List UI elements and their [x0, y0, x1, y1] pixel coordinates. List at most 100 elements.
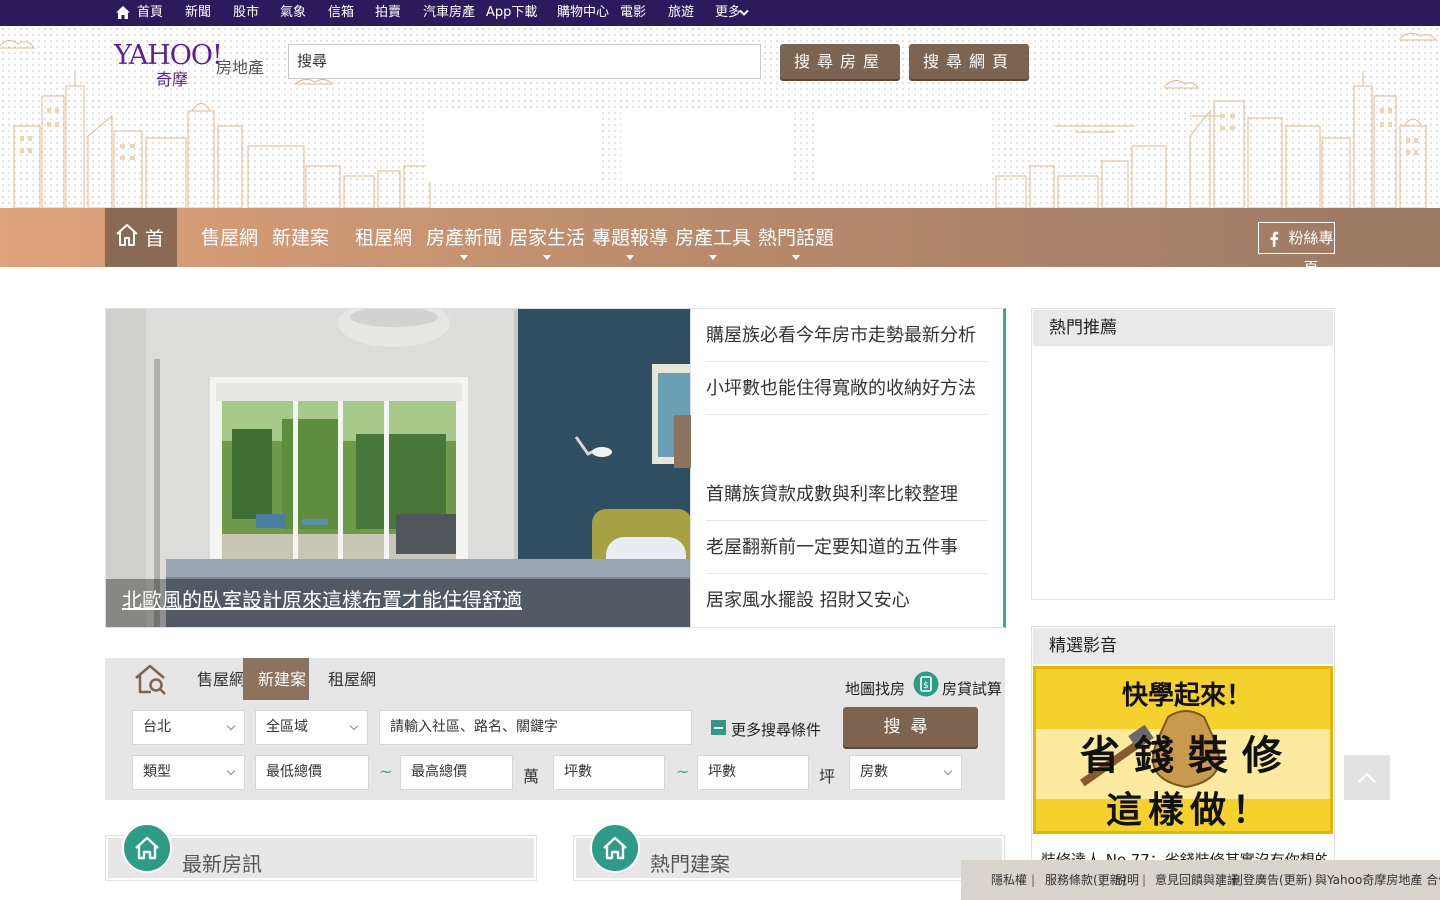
loan-calculator-icon[interactable]: $ — [913, 671, 939, 697]
city-select[interactable]: 台北 — [132, 710, 245, 745]
facebook-icon — [1270, 231, 1279, 247]
search-web-button[interactable]: 搜尋網頁 — [909, 44, 1029, 79]
topbar-item-news[interactable]: 新聞 — [185, 0, 211, 26]
header-ad-slot[interactable] — [816, 112, 988, 182]
headline-item[interactable]: 老屋翻新前一定要知道的五件事 — [706, 521, 988, 574]
main-navigation: 首頁 售屋網 新建案 租屋網 房產新聞 居家生活 專題報導 房產工具 熱門話題 … — [0, 208, 1440, 312]
headline-item[interactable]: 購屋族必看今年房市走勢最新分析 — [706, 309, 988, 362]
topbar-item-shopping[interactable]: 購物中心 — [557, 0, 609, 26]
nav-item-living[interactable]: 居家生活 — [509, 208, 585, 267]
home-icon[interactable] — [115, 5, 131, 20]
nav-item-rent[interactable]: 租屋網 — [355, 208, 412, 267]
price-max-input[interactable]: 最高總價 — [400, 755, 513, 790]
type-select-value: 類型 — [143, 764, 171, 780]
map-search-link[interactable]: 地圖找房 — [845, 678, 905, 699]
topbar-item-weather[interactable]: 氣象 — [280, 0, 306, 26]
footer-separator: | — [1142, 873, 1147, 887]
chevron-down-icon[interactable] — [739, 9, 749, 17]
hero-caption-link[interactable]: 北歐風的臥室設計原來這樣布置才能住得舒適 — [122, 584, 522, 613]
footer-link-privacy[interactable]: 隱私權 — [991, 860, 1027, 900]
type-select[interactable]: 類型 — [132, 755, 245, 790]
topbar-item-auction[interactable]: 拍賣 — [375, 0, 401, 26]
room-select[interactable]: 房數 — [849, 755, 962, 790]
hero-bedroom-image — [106, 309, 690, 627]
footer-link-feedback[interactable]: 意見回饋與建議 — [1155, 860, 1239, 900]
yahoo-logo-subtitle[interactable]: 奇摩 — [156, 66, 188, 90]
tab-sale[interactable]: 售屋網 — [197, 658, 245, 700]
sidebar-video-title: 精選影音 — [1033, 628, 1333, 664]
range-separator: ~ — [379, 762, 393, 781]
footer-links-bar: 隱私權 | 服務條款(更新) | 說明 | 意見回饋與建議 | 刊登廣告(更新)… — [961, 860, 1440, 900]
headline-item-active[interactable]: 北歐風的臥室設計原來這樣布置 — [706, 415, 988, 468]
headline-list: 購屋族必看今年房市走勢最新分析 小坪數也能住得寬敞的收納好方法 北歐風的臥室設計… — [691, 308, 1006, 628]
banner-headline-2: 省錢裝修 — [1080, 732, 1296, 779]
topbar-item-more[interactable]: 更多 — [715, 0, 741, 26]
sidebar-recommend-title: 熱門推薦 — [1033, 310, 1333, 346]
scroll-to-top-button[interactable] — [1344, 755, 1390, 800]
caret-down-icon — [792, 255, 800, 260]
topbar-item-travel[interactable]: 旅遊 — [668, 0, 694, 26]
nav-item-special[interactable]: 專題報導 — [592, 208, 668, 267]
price-unit-label: 萬 — [523, 767, 540, 786]
headline-item[interactable]: 居家風水擺設 招財又安心 — [706, 574, 988, 627]
area-min-input[interactable]: 坪數 — [553, 755, 665, 790]
home-icon — [116, 224, 138, 246]
nav-item-label: 新建案 — [272, 227, 330, 249]
nav-item-label: 熱門話題 — [758, 227, 835, 249]
area-unit-label: 坪 — [819, 767, 836, 786]
nav-item-topics[interactable]: 熱門話題 — [758, 208, 834, 267]
topbar-item-app[interactable]: App下載 — [486, 0, 537, 26]
section-title[interactable]: 熱門建案 — [650, 848, 730, 877]
topbar-item-movie[interactable]: 電影 — [620, 0, 646, 26]
hero-featured-article[interactable]: 北歐風的臥室設計原來這樣布置才能住得舒適 — [105, 308, 691, 628]
more-filters-toggle[interactable]: 更多搜尋條件 — [731, 719, 821, 740]
minus-icon[interactable] — [711, 720, 726, 735]
nav-item-label: 房產工具 — [675, 227, 752, 249]
chevron-down-icon — [943, 766, 953, 776]
district-select[interactable]: 全區域 — [255, 710, 368, 745]
property-search-button[interactable]: 搜尋 — [843, 707, 978, 747]
keyword-input[interactable]: 請輸入社區、路名、關鍵字 — [379, 710, 692, 745]
nav-item-tools[interactable]: 房產工具 — [675, 208, 751, 267]
renovation-promo-banner[interactable]: 快學起來！ 省錢裝修 這樣做！ — [1033, 666, 1333, 834]
tab-rent[interactable]: 租屋網 — [328, 658, 376, 700]
nav-home-tab[interactable]: 首頁 — [105, 208, 177, 312]
price-min-input[interactable]: 最低總價 — [255, 755, 369, 790]
facebook-fanpage-button[interactable]: 粉絲專頁 — [1258, 222, 1335, 277]
banner-headline-1: 快學起來！ — [1122, 681, 1253, 711]
headline-item[interactable]: 小坪數也能住得寬敞的收納好方法 — [706, 362, 988, 415]
footer-link-help[interactable]: 說明 — [1115, 860, 1139, 900]
area-max-input[interactable]: 坪數 — [697, 755, 809, 790]
footer-partner-link[interactable]: 與Yahoo奇摩房地產 合作 — [1315, 860, 1440, 900]
header-ad-slot[interactable] — [426, 112, 598, 182]
property-section-label[interactable]: 房地產 — [216, 54, 264, 78]
sidebar-recommend-box: 熱門推薦 — [1031, 308, 1335, 600]
nav-home-label: 首頁 — [145, 228, 165, 312]
nav-item-sale[interactable]: 售屋網 — [201, 208, 258, 267]
headline-item[interactable]: 首購族貸款成數與利率比較整理 — [706, 468, 988, 521]
nav-item-news[interactable]: 房產新聞 — [426, 208, 502, 267]
tab-new-project[interactable]: 新建案 — [258, 658, 306, 700]
site-search-input[interactable]: 搜尋 — [288, 44, 761, 79]
search-house-button[interactable]: 搜尋房屋 — [780, 44, 900, 79]
home-icon — [122, 823, 172, 873]
section-title[interactable]: 最新房訊 — [182, 848, 262, 877]
city-select-value: 台北 — [143, 719, 171, 735]
topbar-item-auto-house[interactable]: 汽車房產 — [423, 0, 475, 26]
topbar-item-home[interactable]: 首頁 — [137, 0, 163, 26]
topbar-item-stock[interactable]: 股市 — [233, 0, 259, 26]
topbar-item-mail[interactable]: 信箱 — [328, 0, 354, 26]
section-header-background — [576, 838, 1002, 878]
footer-link-advertise[interactable]: 刊登廣告(更新) — [1231, 860, 1312, 900]
caret-down-icon — [460, 255, 468, 260]
section-header-latest: 最新房訊 — [105, 823, 537, 881]
loan-calculator-link[interactable]: 房貸試算 — [942, 678, 1002, 699]
header-ad-slot[interactable] — [621, 112, 793, 182]
nav-item-new-project[interactable]: 新建案 — [272, 208, 329, 267]
svg-text:$: $ — [923, 681, 929, 691]
banner-headline-3: 這樣做！ — [1106, 789, 1275, 831]
caret-down-icon — [543, 255, 551, 260]
caret-down-icon — [626, 255, 634, 260]
home-icon — [590, 823, 640, 873]
chevron-down-icon — [226, 766, 236, 776]
